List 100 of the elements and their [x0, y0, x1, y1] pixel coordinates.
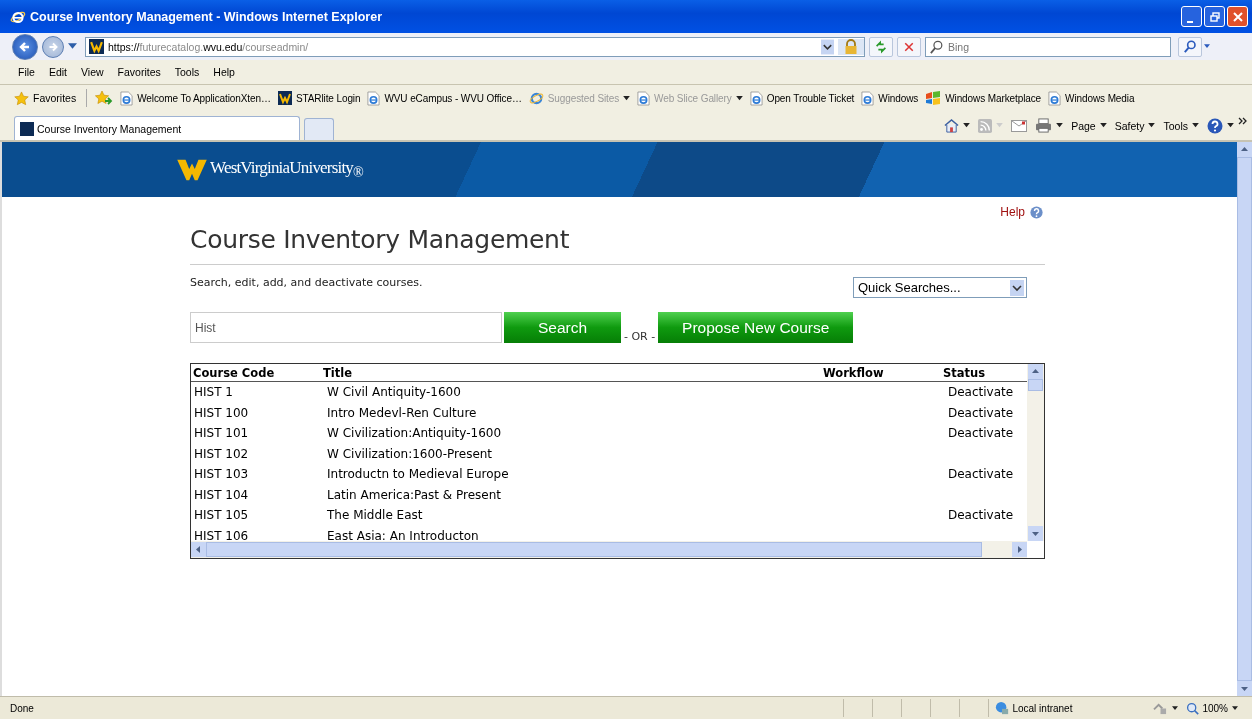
- scroll-up-button[interactable]: [1237, 142, 1252, 157]
- help-icon[interactable]: [1030, 205, 1043, 219]
- printer-icon[interactable]: [1035, 118, 1053, 133]
- caret-icon[interactable]: [963, 123, 971, 128]
- refresh-icon: [874, 39, 888, 54]
- back-button[interactable]: [12, 33, 38, 60]
- dropdown-icon[interactable]: [1010, 279, 1024, 296]
- table-cell: HIST 102: [194, 446, 249, 461]
- zoom-icon[interactable]: [1186, 701, 1200, 715]
- url-text: https://futurecatalog.wvu.edu/courseadmin/: [108, 40, 309, 53]
- scroll-up-button[interactable]: [1028, 364, 1043, 379]
- command-menu[interactable]: Tools: [1155, 119, 1188, 132]
- browser-tab[interactable]: Course Inventory Management: [14, 116, 300, 140]
- search-field[interactable]: Hist: [190, 312, 502, 343]
- address-field[interactable]: https://futurecatalog.wvu.edu/courseadmin/: [85, 36, 865, 57]
- globe-icon[interactable]: [528, 90, 544, 106]
- column-header[interactable]: Course Code: [191, 365, 323, 380]
- caret-icon[interactable]: [1099, 123, 1107, 128]
- scroll-down-button[interactable]: [1237, 681, 1252, 696]
- table-cell: HIST 103: [194, 467, 249, 482]
- or-separator: - OR -: [623, 330, 657, 343]
- caret-icon[interactable]: [1148, 123, 1156, 128]
- page-icon[interactable]: [749, 90, 763, 106]
- table-cell: Deactivate: [948, 426, 1014, 441]
- dropdown-icon[interactable]: [821, 38, 834, 55]
- search-field[interactable]: Bing: [925, 36, 1171, 57]
- chevron-icon[interactable]: [1238, 117, 1248, 125]
- restore-button[interactable]: [1204, 6, 1225, 27]
- scroll-thumb[interactable]: [1028, 379, 1043, 391]
- scroll-right-button[interactable]: [1012, 542, 1027, 557]
- favorites-link[interactable]: Open Trouble Ticket: [766, 92, 855, 104]
- close-button[interactable]: [1227, 6, 1248, 27]
- intro-text: Search, edit, add, and deactivate courses.: [190, 276, 423, 289]
- horizontal-scrollbar[interactable]: [191, 541, 1027, 558]
- search-button[interactable]: [1178, 36, 1202, 57]
- favorites-link[interactable]: Windows: [878, 92, 919, 104]
- favorites-link[interactable]: Windows Marketplace: [945, 92, 1042, 104]
- table-cell: Latin America:Past & Present: [327, 487, 502, 502]
- command-menu[interactable]: Safety: [1106, 119, 1145, 132]
- menu-item[interactable]: Tools: [168, 66, 208, 78]
- minimize-button[interactable]: [1181, 6, 1202, 27]
- search-button[interactable]: Search: [504, 312, 621, 343]
- globe-icon: [995, 701, 1010, 715]
- flag-icon[interactable]: [925, 91, 942, 105]
- menu-item[interactable]: View: [75, 66, 112, 78]
- menu-item[interactable]: File: [12, 66, 43, 78]
- favorites-link[interactable]: Welcome To ApplicationXten…: [137, 92, 271, 104]
- help-link[interactable]: Help: [1000, 205, 1025, 219]
- forward-button[interactable]: [42, 35, 64, 58]
- caret-icon[interactable]: [1172, 705, 1179, 711]
- table-cell: Introductn to Medieval Europe: [327, 467, 509, 482]
- table-cell: W Civil Antiquity-1600: [327, 385, 461, 400]
- search-icon: [930, 39, 944, 54]
- command-menu[interactable]: Page: [1063, 119, 1096, 132]
- restore-icon: [1209, 11, 1220, 22]
- stop-icon: [903, 40, 915, 53]
- favorites-link[interactable]: WVU eCampus - WVU Office…: [384, 92, 522, 104]
- table-cell: HIST 101: [194, 426, 249, 441]
- caret-icon[interactable]: [1227, 123, 1234, 128]
- table-cell: Deactivate: [948, 467, 1014, 482]
- column-header[interactable]: Workflow: [823, 365, 943, 380]
- window-title: Course Inventory Management - Windows Internet Explorer: [30, 9, 384, 24]
- page-icon[interactable]: [367, 90, 381, 106]
- scroll-left-button[interactable]: [191, 542, 206, 557]
- vertical-scrollbar[interactable]: [1027, 364, 1044, 541]
- mail-icon[interactable]: [1011, 119, 1028, 132]
- page-icon[interactable]: [120, 90, 134, 106]
- home-icon[interactable]: [944, 118, 960, 133]
- page-icon[interactable]: [1048, 90, 1062, 106]
- caret-icon[interactable]: [1056, 123, 1064, 128]
- menu-item[interactable]: Edit: [42, 66, 75, 78]
- site-logo-icon[interactable]: [277, 91, 292, 105]
- scroll-down-button[interactable]: [1028, 526, 1043, 541]
- lock-icon[interactable]: [838, 38, 864, 55]
- zoom-button[interactable]: 100%: [1199, 702, 1228, 714]
- column-header[interactable]: Status: [943, 365, 986, 380]
- table-cell: Deactivate: [948, 508, 1014, 523]
- menu-item[interactable]: Help: [207, 66, 243, 78]
- menu-item[interactable]: Favorites: [111, 66, 169, 78]
- stop-button[interactable]: [897, 36, 921, 57]
- table-cell: HIST 105: [194, 508, 249, 523]
- caret-icon[interactable]: [1192, 123, 1199, 128]
- column-header[interactable]: Title: [323, 365, 823, 380]
- help-icon[interactable]: [1207, 117, 1223, 134]
- favorites-link[interactable]: Windows Media: [1065, 92, 1135, 104]
- propose-course-button[interactable]: Propose New Course: [658, 312, 854, 343]
- table-cell: The Middle East: [327, 508, 423, 523]
- quick-searches-dropdown[interactable]: Quick Searches...: [853, 277, 1027, 298]
- scroll-thumb[interactable]: [206, 542, 982, 557]
- page-icon[interactable]: [861, 90, 875, 106]
- favorites-button[interactable]: Favorites: [33, 92, 79, 104]
- star-icon[interactable]: [14, 90, 29, 106]
- minimize-icon: [1186, 20, 1193, 23]
- add-favorite-icon[interactable]: [95, 90, 114, 106]
- favorites-link[interactable]: STARlite Login: [295, 92, 361, 104]
- refresh-button[interactable]: [869, 36, 893, 57]
- site-logo-icon: [89, 39, 104, 54]
- close-icon: [1232, 11, 1243, 22]
- caret-icon[interactable]: [1232, 705, 1238, 711]
- page-icon[interactable]: [637, 90, 651, 106]
